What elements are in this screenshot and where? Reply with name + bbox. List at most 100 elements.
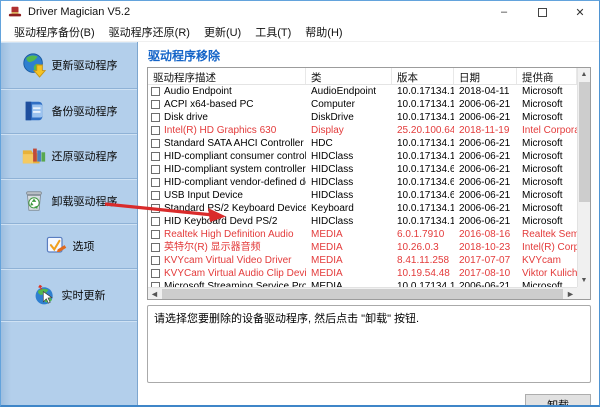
- driver-description: USB Input Device: [164, 189, 243, 202]
- table-row[interactable]: 英特尔(R) 显示器音频 MEDIA 10.26.0.3 2018-10-23 …: [148, 241, 577, 254]
- driver-class: HDC: [306, 137, 392, 150]
- driver-date: 2006-06-21: [454, 163, 517, 176]
- maximize-button[interactable]: [523, 1, 561, 23]
- row-checkbox[interactable]: [151, 217, 160, 226]
- driver-class: HIDClass: [306, 163, 392, 176]
- uninstall-button[interactable]: 卸载: [525, 394, 591, 407]
- table-row[interactable]: KVYCam Virtual Audio Clip Device MEDIA 1…: [148, 267, 577, 280]
- menu-driver-backup[interactable]: 驱动程序备份(B): [7, 22, 102, 42]
- sidebar-item-update-drivers[interactable]: 更新驱动程序: [1, 42, 137, 89]
- row-checkbox[interactable]: [151, 269, 160, 278]
- driver-class: Display: [306, 124, 392, 137]
- close-button[interactable]: ✕: [561, 1, 599, 23]
- menu-driver-restore[interactable]: 驱动程序还原(R): [102, 22, 197, 42]
- scroll-left-icon[interactable]: ◄: [148, 289, 161, 299]
- driver-provider: Realtek Semicondu: [517, 228, 577, 241]
- driver-version: 10.0.17134.1: [392, 150, 454, 163]
- row-checkbox[interactable]: [151, 230, 160, 239]
- minimize-button[interactable]: –: [485, 1, 523, 23]
- row-checkbox[interactable]: [151, 100, 160, 109]
- driver-version: 10.19.54.48: [392, 267, 454, 280]
- table-row[interactable]: Intel(R) HD Graphics 630 Display 25.20.1…: [148, 124, 577, 137]
- driver-description: Realtek High Definition Audio: [164, 228, 294, 241]
- window-title: Driver Magician V5.2: [28, 6, 130, 18]
- menu-help[interactable]: 帮助(H): [298, 22, 349, 42]
- driver-date: 2006-06-21: [454, 98, 517, 111]
- driver-version: 10.0.17134.1: [392, 280, 454, 287]
- table-row[interactable]: HID-compliant system controller HIDClass…: [148, 163, 577, 176]
- table-row[interactable]: Audio Endpoint AudioEndpoint 10.0.17134.…: [148, 85, 577, 98]
- row-checkbox[interactable]: [151, 87, 160, 96]
- sidebar-item-options[interactable]: 选项: [1, 224, 137, 269]
- driver-description: HID-compliant system controller: [164, 163, 306, 176]
- table-row[interactable]: Standard SATA AHCI Controller HDC 10.0.1…: [148, 137, 577, 150]
- sidebar-item-live-update[interactable]: 实时更新: [1, 269, 137, 321]
- driver-provider: Intel Corporation: [517, 124, 577, 137]
- row-checkbox[interactable]: [151, 139, 160, 148]
- row-checkbox[interactable]: [151, 113, 160, 122]
- table-row[interactable]: Standard PS/2 Keyboard Device Keyboard 1…: [148, 202, 577, 215]
- column-header-description[interactable]: 驱动程序描述: [148, 68, 306, 84]
- app-logo-magician-hat-icon: [8, 5, 22, 19]
- driver-provider: Microsoft: [517, 189, 577, 202]
- driver-version: 10.0.17134.1: [392, 202, 454, 215]
- table-row[interactable]: KVYcam Virtual Video Driver MEDIA 8.41.1…: [148, 254, 577, 267]
- sidebar-item-restore-drivers[interactable]: 还原驱动程序: [1, 134, 137, 179]
- row-checkbox[interactable]: [151, 204, 160, 213]
- driver-version: 10.0.17134.1: [392, 85, 454, 98]
- driver-date: 2018-11-19: [454, 124, 517, 137]
- title-bar: Driver Magician V5.2 – ✕: [1, 1, 599, 23]
- row-checkbox[interactable]: [151, 191, 160, 200]
- column-header-date[interactable]: 日期: [454, 68, 517, 84]
- table-row[interactable]: HID Keyboard Devd PS/2 HIDClass 10.0.171…: [148, 215, 577, 228]
- row-checkbox[interactable]: [151, 126, 160, 135]
- vertical-scrollbar[interactable]: ▲ ▼: [577, 68, 590, 287]
- driver-version: 10.0.17134.1: [392, 215, 454, 228]
- scroll-down-icon[interactable]: ▼: [578, 274, 591, 287]
- menu-update[interactable]: 更新(U): [197, 22, 248, 42]
- table-row[interactable]: HID-compliant vendor-defined device HIDC…: [148, 176, 577, 189]
- row-checkbox[interactable]: [151, 256, 160, 265]
- driver-class: MEDIA: [306, 254, 392, 267]
- scroll-up-icon[interactable]: ▲: [578, 68, 591, 81]
- driver-provider: KVYcam: [517, 254, 577, 267]
- driver-date: 2006-06-21: [454, 150, 517, 163]
- globe-cursor-icon: [33, 283, 57, 307]
- hscroll-thumb[interactable]: [162, 289, 563, 299]
- scroll-right-icon[interactable]: ►: [564, 289, 577, 299]
- table-row[interactable]: Microsoft Streaming Service Proxy MEDIA …: [148, 280, 577, 287]
- sidebar: 更新驱动程序 备份驱动程序: [1, 42, 138, 406]
- restore-folder-icon: [21, 143, 47, 169]
- table-row[interactable]: ACPI x64-based PC Computer 10.0.17134.1 …: [148, 98, 577, 111]
- row-checkbox[interactable]: [151, 152, 160, 161]
- driver-class: HIDClass: [306, 189, 392, 202]
- sidebar-item-uninstall-drivers[interactable]: 卸载驱动程序: [1, 179, 137, 224]
- driver-provider: Viktor Kulichkin: [517, 267, 577, 280]
- globe-download-icon: [21, 52, 47, 78]
- driver-date: 2006-06-21: [454, 280, 517, 287]
- driver-version: 10.0.17134.1: [392, 137, 454, 150]
- table-row[interactable]: HID-compliant consumer control device HI…: [148, 150, 577, 163]
- driver-provider: Microsoft: [517, 150, 577, 163]
- driver-date: 2006-06-21: [454, 202, 517, 215]
- menu-tools[interactable]: 工具(T): [248, 22, 298, 42]
- driver-provider: Intel(R) Corporation: [517, 241, 577, 254]
- column-header-version[interactable]: 版本: [392, 68, 454, 84]
- column-header-class[interactable]: 类: [306, 68, 392, 84]
- driver-description: Standard PS/2 Keyboard Device: [164, 202, 306, 215]
- driver-date: 2006-06-21: [454, 111, 517, 124]
- driver-date: 2017-07-07: [454, 254, 517, 267]
- horizontal-scrollbar[interactable]: ◄ ►: [148, 287, 577, 299]
- row-checkbox[interactable]: [151, 178, 160, 187]
- sidebar-item-backup-drivers[interactable]: 备份驱动程序: [1, 89, 137, 134]
- table-row[interactable]: Disk drive DiskDrive 10.0.17134.1 2006-0…: [148, 111, 577, 124]
- row-checkbox[interactable]: [151, 243, 160, 252]
- table-row[interactable]: Realtek High Definition Audio MEDIA 6.0.…: [148, 228, 577, 241]
- vscroll-thumb[interactable]: [579, 82, 590, 202]
- main-panel: 驱动程序移除 驱动程序描述 类 版本 日期 提供商 Audio Endpoint: [138, 42, 599, 406]
- driver-description: KVYCam Virtual Audio Clip Device: [164, 267, 306, 280]
- table-row[interactable]: USB Input Device HIDClass 10.0.17134.6..…: [148, 189, 577, 202]
- column-header-provider[interactable]: 提供商: [517, 68, 577, 84]
- trash-recycle-icon: [21, 188, 47, 214]
- row-checkbox[interactable]: [151, 165, 160, 174]
